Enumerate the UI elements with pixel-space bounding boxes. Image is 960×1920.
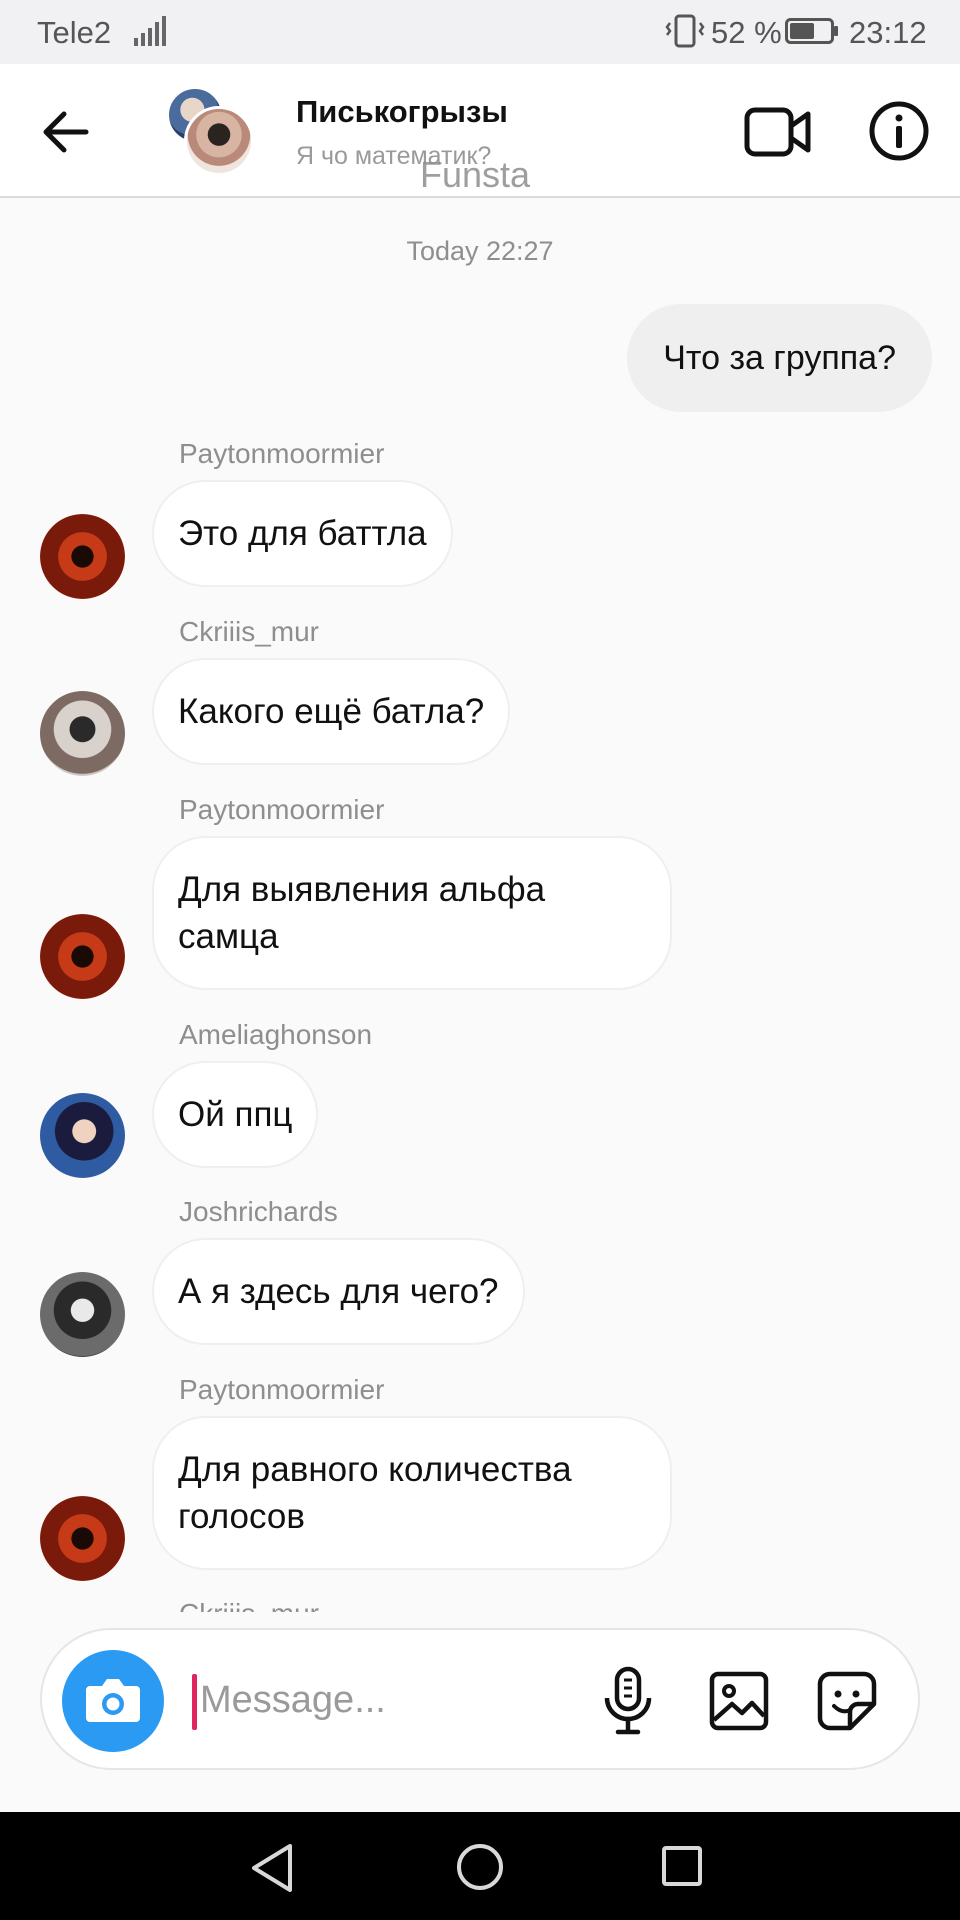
chat-header: Писькогрызы Я чо математик? Funsta xyxy=(0,64,960,198)
group-avatar[interactable] xyxy=(166,86,256,176)
sender-avatar[interactable] xyxy=(40,691,125,776)
member-avatar xyxy=(184,106,254,176)
message-bubble[interactable]: Для выявления альфа самца xyxy=(152,836,672,990)
microphone-icon[interactable] xyxy=(600,1666,656,1736)
text-cursor xyxy=(192,1674,197,1730)
message-input[interactable] xyxy=(200,1660,620,1740)
message-timestamp: Today 22:27 xyxy=(406,236,554,266)
sender-avatar[interactable] xyxy=(40,1272,125,1357)
sender-avatar[interactable] xyxy=(40,1093,125,1178)
battery-icon xyxy=(785,18,838,44)
carrier-name: Tele2 xyxy=(37,15,112,50)
system-navigation-bar xyxy=(0,1812,960,1920)
video-call-icon[interactable] xyxy=(744,102,812,162)
message-bubble[interactable]: А я здесь для чего? xyxy=(152,1238,525,1345)
back-arrow-icon[interactable] xyxy=(38,104,94,160)
outgoing-message[interactable]: Что за группа? xyxy=(627,304,932,412)
info-icon[interactable] xyxy=(868,100,930,162)
message-bubble[interactable]: Для равного количества голосов xyxy=(152,1416,672,1570)
signal-icon xyxy=(134,16,166,46)
message-sender: Ckriiis_mur xyxy=(179,1598,319,1612)
message-sender[interactable]: Ameliaghonson xyxy=(179,1019,372,1051)
vibrate-icon xyxy=(665,14,705,48)
clock: 23:12 xyxy=(849,15,927,50)
battery-percentage: 52 % xyxy=(711,15,782,50)
sender-avatar[interactable] xyxy=(40,1496,125,1581)
camera-button[interactable] xyxy=(62,1650,164,1752)
message-sender[interactable]: Ckriiis_mur xyxy=(179,616,319,648)
message-bubble[interactable]: Ой ппц xyxy=(152,1061,319,1168)
nav-recent-apps-icon[interactable] xyxy=(660,1844,704,1888)
message-sender[interactable]: Paytonmoormier xyxy=(179,438,384,470)
camera-icon xyxy=(86,1679,140,1722)
gallery-icon[interactable] xyxy=(708,1670,770,1732)
watermark: Funsta xyxy=(420,154,531,195)
sticker-icon[interactable] xyxy=(816,1670,878,1732)
message-sender[interactable]: Paytonmoormier xyxy=(179,794,384,826)
status-bar: Tele2 52 % 23:12 xyxy=(0,0,960,64)
message-sender[interactable]: Paytonmoormier xyxy=(179,1374,384,1406)
sender-avatar[interactable] xyxy=(40,514,125,599)
message-composer xyxy=(40,1628,920,1770)
chat-title[interactable]: Писькогрызы xyxy=(296,94,508,130)
sender-avatar[interactable] xyxy=(40,914,125,999)
message-sender[interactable]: Joshrichards xyxy=(179,1196,338,1228)
nav-home-icon[interactable] xyxy=(455,1842,505,1892)
nav-back-icon[interactable] xyxy=(248,1842,296,1894)
message-bubble[interactable]: Это для баттла xyxy=(152,480,453,587)
message-bubble[interactable]: Какого ещё батла? xyxy=(152,658,511,765)
